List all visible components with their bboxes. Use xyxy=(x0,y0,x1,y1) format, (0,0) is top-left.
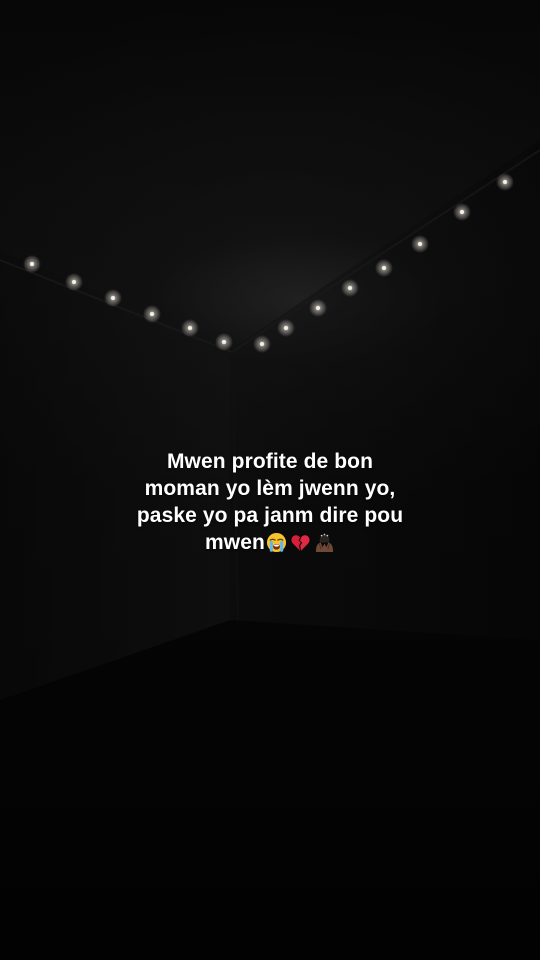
broken-heart-icon xyxy=(291,535,310,551)
light-bulb xyxy=(382,266,386,270)
light-bulb xyxy=(111,296,115,300)
light-bulb xyxy=(222,340,226,344)
light-bulb xyxy=(348,286,352,290)
caption-line-1: Mwen profite de bon xyxy=(166,450,374,473)
emoji-group xyxy=(266,532,335,553)
face-in-hands-icon xyxy=(315,533,334,553)
caption-line-4: mwen xyxy=(205,531,265,554)
light-bulb xyxy=(150,312,154,316)
light-bulb xyxy=(260,342,264,346)
caption-line-2: moman yo lèm jwenn yo, xyxy=(144,477,396,500)
light-bulb xyxy=(188,326,192,330)
photo-background: Mwen profite de bon moman yo lèm jwenn y… xyxy=(0,0,540,960)
caption-text: Mwen profite de bon moman yo lèm jwenn y… xyxy=(100,448,440,556)
light-bulb xyxy=(460,210,464,214)
light-bulb xyxy=(30,262,34,266)
caption-line-3: paske yo pa janm dire pou xyxy=(136,504,404,527)
light-bulb xyxy=(284,326,288,330)
loudly-crying-face-icon xyxy=(266,532,286,553)
light-bulb xyxy=(316,306,320,310)
light-bulb xyxy=(503,180,507,184)
light-bulb xyxy=(72,280,76,284)
light-bulb xyxy=(418,242,422,246)
